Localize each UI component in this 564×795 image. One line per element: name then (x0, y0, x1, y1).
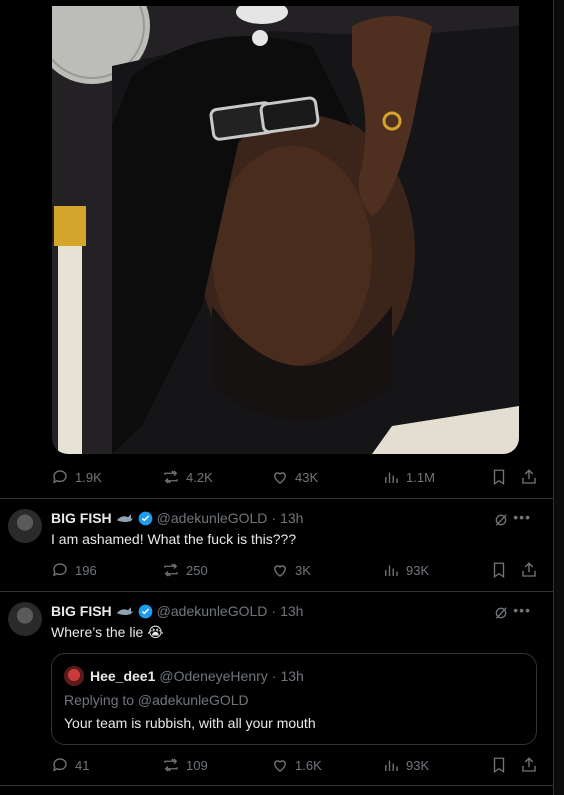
like-count: 3K (295, 562, 311, 578)
reply-icon (52, 563, 67, 577)
repost-count: 250 (186, 562, 208, 578)
like-button[interactable]: 3K (271, 550, 311, 590)
bookmark-icon (493, 562, 505, 579)
repost-count: 109 (186, 757, 208, 773)
bookmark-button[interactable] (490, 550, 508, 590)
views-icon (385, 472, 398, 483)
repost-button[interactable]: 4.2K (162, 457, 213, 497)
repost-icon (164, 563, 178, 577)
timestamp[interactable]: 13h (280, 603, 303, 619)
dot-separator: · (271, 668, 277, 684)
verified-icon (138, 511, 153, 525)
reply-icon (52, 470, 67, 484)
tweet-header: BIG FISH @adekunleGOLD · 13h (51, 603, 303, 619)
views-button[interactable]: 93K (382, 550, 429, 590)
verified-icon (138, 604, 153, 618)
timeline-column: 1.9K 4.2K 43K 1.1M BIG FISH @adekunleGOL… (0, 0, 554, 795)
grok-icon[interactable] (493, 512, 509, 528)
repost-count: 4.2K (186, 469, 213, 485)
tweet-text: I am ashamed! What the fuck is this??? (51, 531, 297, 547)
share-button[interactable] (520, 457, 538, 497)
repost-button[interactable]: 109 (162, 745, 208, 785)
views-count: 93K (406, 562, 430, 578)
quoted-display-name: Hee_dee1 (90, 668, 156, 684)
quoted-handle: @OdeneyeHenry (159, 668, 268, 684)
tweet-actions: 41 109 1.6K 93K (0, 745, 553, 785)
avatar[interactable] (8, 602, 42, 636)
handle[interactable]: @adekunleGOLD (157, 510, 268, 526)
quoted-avatar (64, 666, 84, 686)
reply-icon (52, 758, 67, 772)
timestamp[interactable]: 13h (280, 510, 303, 526)
views-button[interactable]: 1.1M (382, 457, 435, 497)
grok-icon[interactable] (493, 605, 509, 621)
reply-tweet[interactable]: BIG FISH @adekunleGOLD · 13h ••• Where’s… (0, 592, 553, 782)
tweet-header: BIG FISH @adekunleGOLD · 13h (51, 510, 303, 526)
reply-count: 41 (75, 757, 90, 773)
like-icon (274, 472, 286, 484)
divider (0, 785, 553, 786)
reply-button[interactable]: 196 (51, 550, 97, 590)
avatar[interactable] (8, 509, 42, 543)
tweet-media-image[interactable] (52, 6, 519, 454)
bookmark-icon (493, 757, 505, 774)
tweet-actions: 1.9K 4.2K 43K 1.1M (0, 457, 553, 497)
tweet-actions: 196 250 3K 93K (0, 550, 553, 590)
repost-button[interactable]: 250 (162, 550, 208, 590)
views-icon (385, 760, 398, 771)
repost-icon (164, 470, 178, 484)
bookmark-icon (493, 469, 505, 486)
reply-button[interactable]: 1.9K (51, 457, 102, 497)
share-icon (522, 757, 536, 772)
quoted-timestamp: 13h (280, 668, 304, 684)
more-icon[interactable]: ••• (513, 509, 531, 525)
like-button[interactable]: 43K (271, 457, 318, 497)
repost-icon (164, 758, 178, 772)
reply-count: 196 (75, 562, 97, 578)
replying-to: Replying to @adekunleGOLD (64, 692, 249, 708)
views-count: 93K (406, 757, 430, 773)
bookmark-button[interactable] (490, 745, 508, 785)
scrollbar[interactable] (554, 0, 564, 795)
reply-count: 1.9K (75, 469, 102, 485)
dot-separator: · (271, 510, 277, 526)
display-name[interactable]: BIG FISH (51, 510, 112, 526)
share-button[interactable] (520, 550, 538, 590)
display-name[interactable]: BIG FISH (51, 603, 112, 619)
quoted-header: Hee_dee1 @OdeneyeHenry · 13h (90, 668, 304, 684)
handle[interactable]: @adekunleGOLD (157, 603, 268, 619)
like-count: 43K (295, 469, 319, 485)
dot-separator: · (271, 603, 277, 619)
more-icon[interactable]: ••• (513, 602, 531, 618)
views-icon (385, 565, 398, 576)
quoted-text: Your team is rubbish, with all your mout… (64, 715, 316, 731)
bookmark-button[interactable] (490, 457, 508, 497)
reply-tweet[interactable]: BIG FISH @adekunleGOLD · 13h ••• I am as… (0, 499, 553, 591)
share-button[interactable] (520, 745, 538, 785)
tweet-text: Where’s the lie 😭 (51, 624, 164, 640)
like-icon (274, 565, 286, 577)
share-icon (522, 562, 536, 577)
reply-button[interactable]: 41 (51, 745, 89, 785)
like-button[interactable]: 1.6K (271, 745, 322, 785)
photo (52, 6, 519, 454)
quoted-tweet[interactable]: Hee_dee1 @OdeneyeHenry · 13h Replying to… (51, 653, 537, 745)
views-button[interactable]: 93K (382, 745, 429, 785)
like-count: 1.6K (295, 757, 322, 773)
like-icon (274, 760, 286, 772)
shark-icon (116, 607, 133, 615)
shark-icon (116, 514, 133, 522)
views-count: 1.1M (406, 469, 435, 485)
share-icon (522, 469, 536, 484)
